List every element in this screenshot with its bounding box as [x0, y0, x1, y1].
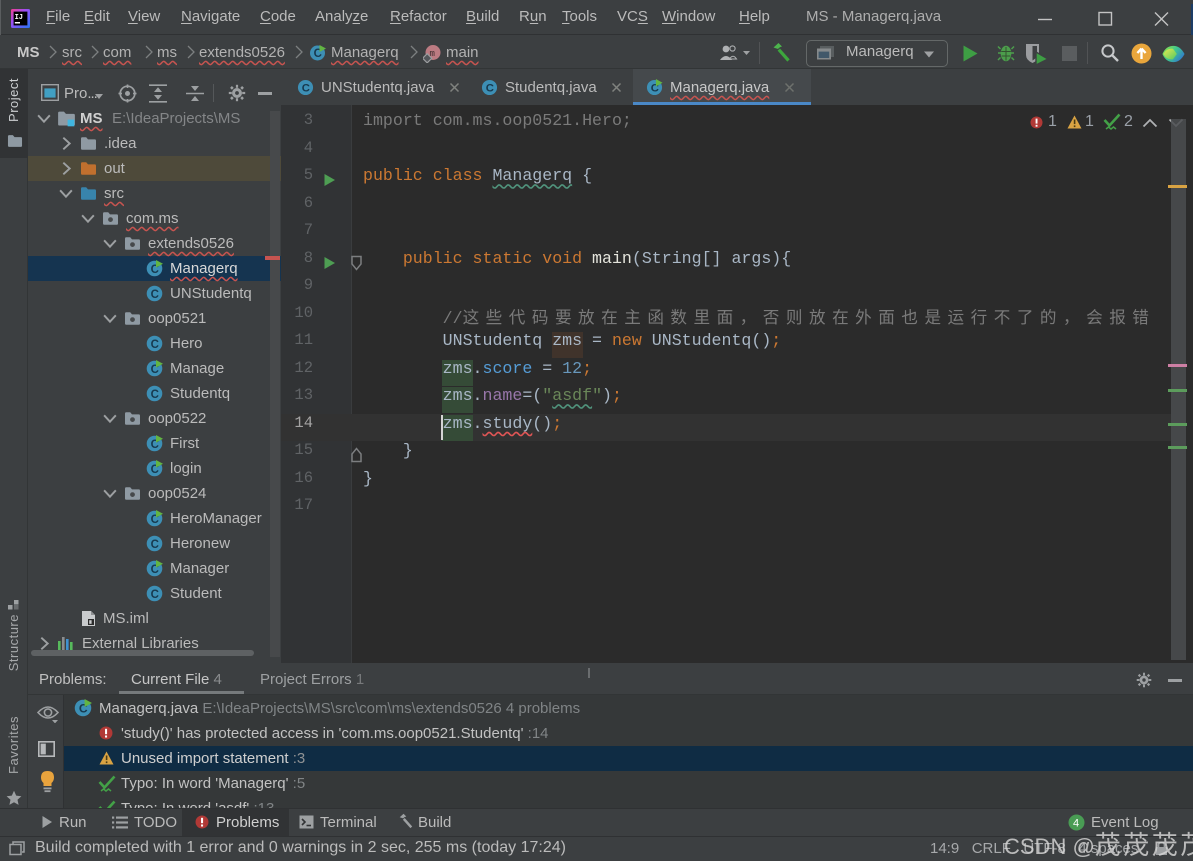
- svg-text:IJ: IJ: [15, 14, 23, 22]
- svg-text:C: C: [302, 83, 310, 95]
- svg-text:C: C: [486, 83, 494, 95]
